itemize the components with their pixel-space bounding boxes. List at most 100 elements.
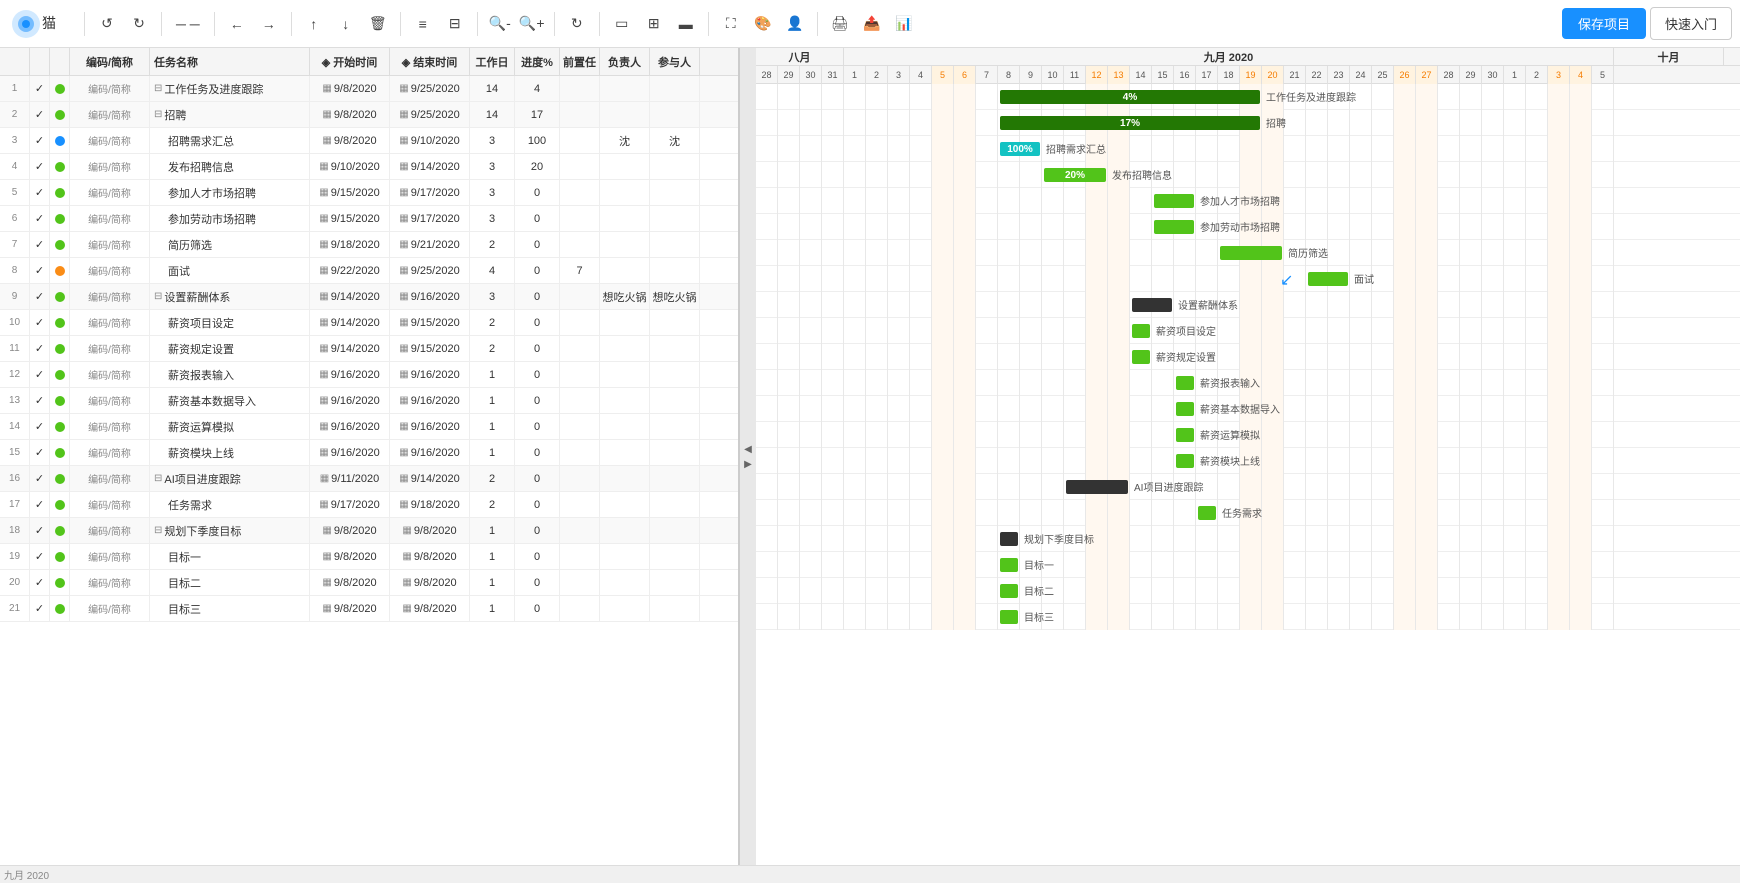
row-check[interactable]: ✓ xyxy=(30,388,50,414)
gantt-body[interactable]: 4%工作任务及进度跟踪17%招聘100%招聘需求汇总20%发布招聘信息参加人才市… xyxy=(756,84,1740,865)
save-button[interactable]: 保存项目 xyxy=(1562,8,1646,39)
row-check[interactable]: ✓ xyxy=(30,232,50,258)
up-button[interactable]: ↑ xyxy=(300,10,328,38)
expand-icon[interactable]: ⊟ xyxy=(154,525,162,536)
gantt-row[interactable]: 参加人才市场招聘 xyxy=(756,188,1740,214)
table-row[interactable]: 21 ✓ 编码/简称 目标三 ▦9/8/2020 ▦9/8/2020 1 0 xyxy=(0,596,738,622)
table-row[interactable]: 5 ✓ 编码/简称 参加人才市场招聘 ▦9/15/2020 ▦9/17/2020… xyxy=(0,180,738,206)
expand-icon[interactable]: ⊟ xyxy=(154,109,162,120)
row-check[interactable]: ✓ xyxy=(30,544,50,570)
row-check[interactable]: ✓ xyxy=(30,596,50,622)
gantt-row[interactable]: 面试↙ xyxy=(756,266,1740,292)
table-row[interactable]: 6 ✓ 编码/简称 参加劳动市场招聘 ▦9/15/2020 ▦9/17/2020… xyxy=(0,206,738,232)
row-check[interactable]: ✓ xyxy=(30,180,50,206)
dash-button[interactable]: ─ ─ xyxy=(170,10,206,38)
row-check[interactable]: ✓ xyxy=(30,414,50,440)
table-row[interactable]: 14 ✓ 编码/简称 薪资运算模拟 ▦9/16/2020 ▦9/16/2020 … xyxy=(0,414,738,440)
zoom-out-button[interactable]: 🔍- xyxy=(486,10,514,38)
undo-button[interactable]: ↺ xyxy=(93,10,121,38)
table-row[interactable]: 1 ✓ 编码/简称 ⊟ 工作任务及进度跟踪 ▦9/8/2020 ▦9/25/20… xyxy=(0,76,738,102)
gantt-row[interactable]: 薪资报表输入 xyxy=(756,370,1740,396)
align-left-button[interactable]: ≡ xyxy=(409,10,437,38)
gantt-row[interactable]: 4%工作任务及进度跟踪 xyxy=(756,84,1740,110)
expand-icon[interactable]: ⊟ xyxy=(154,291,162,302)
row-check[interactable]: ✓ xyxy=(30,258,50,284)
row-check[interactable]: ✓ xyxy=(30,154,50,180)
table-row[interactable]: 15 ✓ 编码/简称 薪资模块上线 ▦9/16/2020 ▦9/16/2020 … xyxy=(0,440,738,466)
nav-left-icon[interactable]: ◀ xyxy=(744,444,752,455)
row-check[interactable]: ✓ xyxy=(30,440,50,466)
fullscreen-button[interactable]: ⛶ xyxy=(717,10,745,38)
row-check[interactable]: ✓ xyxy=(30,492,50,518)
align-center-button[interactable]: ⊟ xyxy=(441,10,469,38)
gantt-row[interactable]: 20%发布招聘信息 xyxy=(756,162,1740,188)
table-row[interactable]: 2 ✓ 编码/简称 ⊟ 招聘 ▦9/8/2020 ▦9/25/2020 14 1… xyxy=(0,102,738,128)
gantt-bar-label: 目标一 xyxy=(1024,557,1054,572)
gantt-row[interactable]: AI项目进度跟踪 xyxy=(756,474,1740,500)
row-check[interactable]: ✓ xyxy=(30,570,50,596)
row-check[interactable]: ✓ xyxy=(30,310,50,336)
gantt-row[interactable]: 参加劳动市场招聘 xyxy=(756,214,1740,240)
delete-button[interactable]: 🗑 xyxy=(364,10,392,38)
table-row[interactable]: 3 ✓ 编码/简称 招聘需求汇总 ▦9/8/2020 ▦9/10/2020 3 … xyxy=(0,128,738,154)
row-check[interactable]: ✓ xyxy=(30,518,50,544)
gantt-row[interactable]: 17%招聘 xyxy=(756,110,1740,136)
gantt-row[interactable]: 薪资模块上线 xyxy=(756,448,1740,474)
gantt-row[interactable]: 薪资运算模拟 xyxy=(756,422,1740,448)
table-row[interactable]: 10 ✓ 编码/简称 薪资项目设定 ▦9/14/2020 ▦9/15/2020 … xyxy=(0,310,738,336)
table-row[interactable]: 4 ✓ 编码/简称 发布招聘信息 ▦9/10/2020 ▦9/14/2020 3… xyxy=(0,154,738,180)
table-row[interactable]: 17 ✓ 编码/简称 任务需求 ▦9/17/2020 ▦9/18/2020 2 … xyxy=(0,492,738,518)
quickstart-button[interactable]: 快速入门 xyxy=(1650,7,1732,40)
expand-icon[interactable]: ⊟ xyxy=(154,83,162,94)
gantt-row[interactable]: 规划下季度目标 xyxy=(756,526,1740,552)
gantt-row[interactable]: 目标二 xyxy=(756,578,1740,604)
palette-button[interactable]: 🎨 xyxy=(749,10,777,38)
gantt-row[interactable]: 设置薪酬体系 xyxy=(756,292,1740,318)
row-check[interactable]: ✓ xyxy=(30,284,50,310)
gantt-cell xyxy=(778,448,800,474)
table-row[interactable]: 13 ✓ 编码/简称 薪资基本数据导入 ▦9/16/2020 ▦9/16/202… xyxy=(0,388,738,414)
gantt-cell xyxy=(1108,292,1130,318)
refresh-button[interactable]: ↻ xyxy=(563,10,591,38)
row-check[interactable]: ✓ xyxy=(30,206,50,232)
gantt-row[interactable]: 薪资规定设置 xyxy=(756,344,1740,370)
table-row[interactable]: 16 ✓ 编码/简称 ⊟ AI项目进度跟踪 ▦9/11/2020 ▦9/14/2… xyxy=(0,466,738,492)
nav-right-icon[interactable]: ▶ xyxy=(744,459,752,470)
excel-button[interactable]: 📊 xyxy=(890,10,918,38)
gantt-row[interactable]: 简历筛选 xyxy=(756,240,1740,266)
row-check[interactable]: ✓ xyxy=(30,128,50,154)
table-row[interactable]: 20 ✓ 编码/简称 目标二 ▦9/8/2020 ▦9/8/2020 1 0 xyxy=(0,570,738,596)
gantt-day-cell: 17 xyxy=(1196,66,1218,84)
table-row[interactable]: 8 ✓ 编码/简称 面试 ▦9/22/2020 ▦9/25/2020 4 0 7 xyxy=(0,258,738,284)
table-row[interactable]: 19 ✓ 编码/简称 目标一 ▦9/8/2020 ▦9/8/2020 1 0 xyxy=(0,544,738,570)
table-row[interactable]: 12 ✓ 编码/简称 薪资报表输入 ▦9/16/2020 ▦9/16/2020 … xyxy=(0,362,738,388)
gantt-row[interactable]: 目标三 xyxy=(756,604,1740,630)
row-check[interactable]: ✓ xyxy=(30,102,50,128)
expand-icon[interactable]: ⊟ xyxy=(154,473,162,484)
redo-button[interactable]: ↻ xyxy=(125,10,153,38)
table-row[interactable]: 9 ✓ 编码/简称 ⊟ 设置薪酬体系 ▦9/14/2020 ▦9/16/2020… xyxy=(0,284,738,310)
user-button[interactable]: 👤 xyxy=(781,10,809,38)
arrow-left-button[interactable]: ← xyxy=(223,10,251,38)
gantt-row[interactable]: 目标一 xyxy=(756,552,1740,578)
arrow-right-button[interactable]: → xyxy=(255,10,283,38)
layout3-button[interactable]: ▬ xyxy=(672,10,700,38)
gantt-row[interactable]: 薪资基本数据导入 xyxy=(756,396,1740,422)
table-row[interactable]: 7 ✓ 编码/简称 简历筛选 ▦9/18/2020 ▦9/21/2020 2 0 xyxy=(0,232,738,258)
row-check[interactable]: ✓ xyxy=(30,76,50,102)
print-button[interactable]: 🖨 xyxy=(826,10,854,38)
gantt-cell xyxy=(1240,578,1262,604)
table-row[interactable]: 11 ✓ 编码/简称 薪资规定设置 ▦9/14/2020 ▦9/15/2020 … xyxy=(0,336,738,362)
row-check[interactable]: ✓ xyxy=(30,466,50,492)
zoom-in-button[interactable]: 🔍+ xyxy=(518,10,546,38)
table-row[interactable]: 18 ✓ 编码/简称 ⊟ 规划下季度目标 ▦9/8/2020 ▦9/8/2020… xyxy=(0,518,738,544)
row-check[interactable]: ✓ xyxy=(30,362,50,388)
layout2-button[interactable]: ⊞ xyxy=(640,10,668,38)
down-button[interactable]: ↓ xyxy=(332,10,360,38)
row-check[interactable]: ✓ xyxy=(30,336,50,362)
gantt-row[interactable]: 薪资项目设定 xyxy=(756,318,1740,344)
gantt-row[interactable]: 任务需求 xyxy=(756,500,1740,526)
export-button[interactable]: 📤 xyxy=(858,10,886,38)
layout1-button[interactable]: ▭ xyxy=(608,10,636,38)
gantt-row[interactable]: 100%招聘需求汇总 xyxy=(756,136,1740,162)
